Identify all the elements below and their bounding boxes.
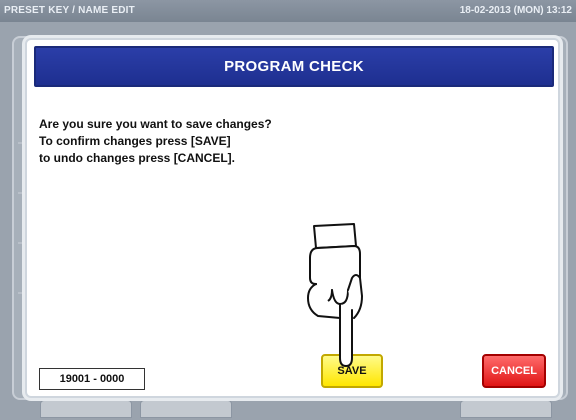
- program-check-dialog: PROGRAM CHECK Are you sure you want to s…: [25, 38, 560, 398]
- code-display: 19001 - 0000: [39, 368, 145, 390]
- message-line: to undo changes press [CANCEL].: [39, 151, 236, 165]
- background-tab: [40, 400, 132, 418]
- dialog-header: PROGRAM CHECK: [34, 46, 554, 87]
- datetime: 18-02-2013 (MON) 13:12: [459, 5, 572, 16]
- screen-title: PRESET KEY / NAME EDIT: [4, 5, 135, 16]
- dialog-message: Are you sure you want to save changes? T…: [39, 116, 272, 167]
- message-line: To confirm changes press [SAVE]: [39, 134, 231, 148]
- background-tab: [460, 400, 552, 418]
- dialog-title: PROGRAM CHECK: [224, 58, 364, 75]
- background-tab: [140, 400, 232, 418]
- cancel-button[interactable]: CANCEL: [482, 354, 546, 388]
- status-bar: PRESET KEY / NAME EDIT 18-02-2013 (MON) …: [0, 0, 576, 22]
- save-button[interactable]: SAVE: [321, 354, 383, 388]
- message-line: Are you sure you want to save changes?: [39, 117, 272, 131]
